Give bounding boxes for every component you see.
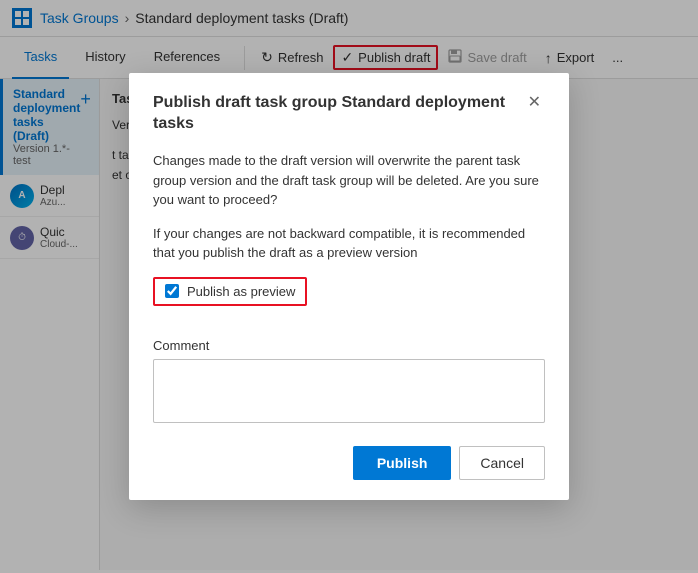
- modal-body-text-2: If your changes are not backward compati…: [153, 224, 545, 263]
- publish-as-preview-label[interactable]: Publish as preview: [153, 277, 307, 306]
- comment-input[interactable]: [153, 359, 545, 423]
- modal-body-text-1: Changes made to the draft version will o…: [153, 151, 545, 210]
- publish-button[interactable]: Publish: [353, 446, 452, 480]
- modal-title: Publish draft task group Standard deploy…: [153, 93, 524, 135]
- modal-overlay: Publish draft task group Standard deploy…: [0, 0, 698, 573]
- comment-label: Comment: [153, 338, 545, 353]
- modal-close-button[interactable]: ✕: [524, 93, 545, 113]
- publish-as-preview-text: Publish as preview: [187, 284, 295, 299]
- modal-footer: Publish Cancel: [153, 446, 545, 480]
- cancel-button[interactable]: Cancel: [459, 446, 545, 480]
- publish-as-preview-row: Publish as preview: [153, 277, 545, 322]
- publish-as-preview-checkbox[interactable]: [165, 284, 179, 298]
- modal-dialog: Publish draft task group Standard deploy…: [129, 73, 569, 499]
- modal-header: Publish draft task group Standard deploy…: [153, 93, 545, 135]
